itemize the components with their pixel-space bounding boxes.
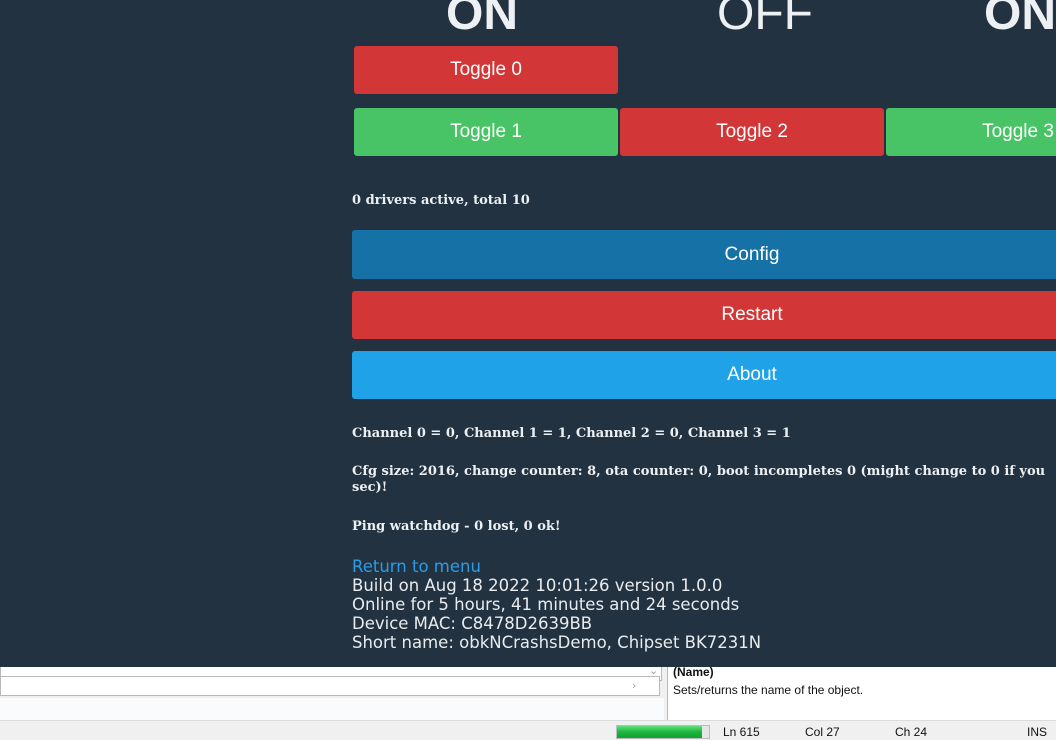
short-name-info: Short name: obkNCrashsDemo, Chipset BK72… <box>352 633 762 652</box>
insert-mode: INS <box>1027 725 1048 739</box>
return-to-menu-link[interactable]: Return to menu <box>352 557 481 576</box>
toggle-0-button[interactable]: Toggle 0 <box>354 46 618 94</box>
build-info: Build on Aug 18 2022 10:01:26 version 1.… <box>352 576 723 595</box>
column-number: Col 27 <box>805 725 840 739</box>
char-number: Ch 24 <box>895 725 928 739</box>
property-description: Sets/returns the name of the object. <box>673 683 864 697</box>
empty-row <box>0 698 664 720</box>
about-button[interactable]: About <box>352 351 1056 399</box>
drivers-status: 0 drivers active, total 10 <box>352 193 530 208</box>
channel-0-state: ON <box>446 0 518 40</box>
channel-3-state: ON <box>984 0 1056 40</box>
ping-watchdog-status: Ping watchdog - 0 lost, 0 ok! <box>352 519 561 534</box>
property-description-panel: (Name) Sets/returns the name of the obje… <box>667 665 1056 720</box>
channel-2-state: OFF <box>717 0 813 40</box>
device-mac: Device MAC: C8478D2639BB <box>352 614 593 633</box>
toggle-2-button[interactable]: Toggle 2 <box>620 108 884 156</box>
status-bar: Ln 615 Col 27 Ch 24 INS <box>0 720 1056 740</box>
config-button[interactable]: Config <box>352 230 1056 279</box>
restart-button[interactable]: Restart <box>352 291 1056 339</box>
toggle-1-button[interactable]: Toggle 1 <box>354 108 618 156</box>
cfg-status-line-1: Cfg size: 2016, change counter: 8, ota c… <box>352 464 1046 479</box>
device-web-page: ON OFF ON Toggle 0 Toggle 1 Toggle 2 Tog… <box>0 0 1056 667</box>
line-number: Ln 615 <box>723 725 760 739</box>
chevron-right-icon[interactable]: › <box>632 679 636 692</box>
toggle-3-button[interactable]: Toggle 3 <box>886 108 1056 156</box>
progress-bar <box>616 725 710 739</box>
channels-status: Channel 0 = 0, Channel 1 = 1, Channel 2 … <box>352 426 791 441</box>
ide-lower-panel: ⌄ › <box>0 664 664 720</box>
text-field[interactable]: › <box>0 676 660 696</box>
cfg-status-line-2: sec)! <box>352 480 388 495</box>
property-name: (Name) <box>673 665 714 679</box>
progress-fill <box>617 726 702 738</box>
uptime-info: Online for 5 hours, 41 minutes and 24 se… <box>352 595 740 614</box>
